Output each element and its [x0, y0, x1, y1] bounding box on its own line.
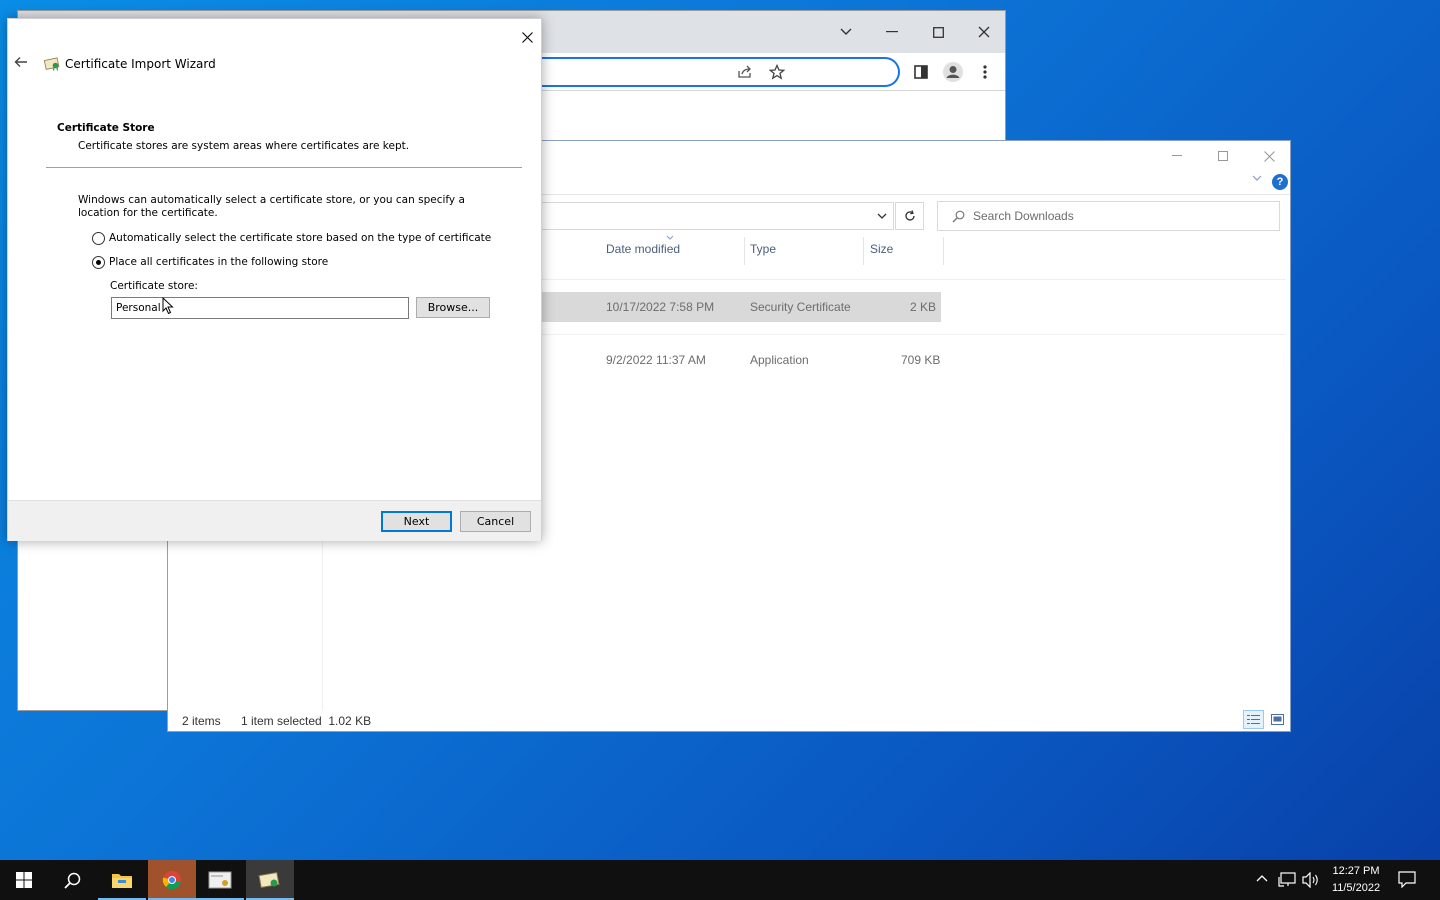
help-icon[interactable]: ?	[1272, 174, 1288, 190]
certificate-manager-icon	[208, 871, 232, 889]
minimize-icon[interactable]	[876, 17, 908, 47]
search-icon	[63, 872, 80, 889]
mouse-cursor-icon	[162, 297, 174, 315]
taskbar-chrome[interactable]	[148, 860, 196, 900]
certificate-wizard-icon	[258, 871, 280, 889]
intro-text: Windows can automatically select a certi…	[78, 194, 465, 219]
bookmark-star-icon[interactable]	[762, 57, 792, 87]
item-count: 2 items	[182, 714, 221, 728]
column-type[interactable]: Type	[750, 242, 776, 260]
radio-place-in-store-button[interactable]	[92, 255, 105, 269]
column-divider[interactable]	[943, 237, 944, 265]
taskbar-certificate-wizard[interactable]	[246, 860, 294, 900]
explorer-address-bar[interactable]	[538, 202, 894, 230]
wizard-header: Certificate Import Wizard	[8, 19, 541, 109]
header-divider	[46, 167, 522, 168]
close-icon[interactable]	[517, 27, 537, 47]
file-size: 709 KB	[901, 353, 941, 367]
start-button[interactable]	[0, 860, 48, 900]
radio-auto-select-button[interactable]	[92, 231, 105, 245]
refresh-icon	[904, 210, 915, 221]
cancel-button[interactable]: Cancel	[460, 511, 531, 532]
large-icons-view-icon	[1271, 714, 1284, 725]
taskbar-certificate-app[interactable]	[196, 860, 244, 900]
file-size: 2 KB	[909, 300, 936, 314]
taskbar-file-explorer[interactable]	[98, 860, 146, 900]
file-type: Application	[750, 353, 809, 367]
profile-avatar-icon[interactable]	[938, 57, 968, 87]
windows-logo-icon	[16, 872, 32, 888]
column-date-modified[interactable]: Date modified	[606, 242, 680, 260]
section-title: Certificate Store	[57, 122, 155, 134]
search-placeholder: Search Downloads	[973, 209, 1074, 223]
certificate-icon	[44, 55, 61, 71]
chrome-icon	[162, 871, 181, 890]
maximize-icon[interactable]	[922, 17, 954, 47]
search-icon	[952, 210, 965, 222]
column-divider[interactable]	[863, 237, 864, 265]
ribbon-expand-chevron-icon[interactable]	[1252, 175, 1262, 181]
clock-date: 11/5/2022	[1331, 882, 1381, 894]
side-panel-icon[interactable]	[906, 57, 936, 87]
system-clock[interactable]: 12:27 PM 11/5/2022	[1322, 863, 1390, 897]
file-row[interactable]: 10/17/2022 7:58 PM Security Certificate …	[542, 292, 941, 322]
search-button[interactable]	[48, 860, 96, 900]
taskbar: 12:27 PM 11/5/2022	[0, 860, 1440, 900]
show-hidden-icons-chevron-icon[interactable]	[1256, 874, 1268, 882]
large-icons-view-button[interactable]	[1267, 710, 1288, 729]
minimize-icon[interactable]	[1154, 141, 1200, 171]
status-bar: 2 items 1 item selected 1.02 KB	[168, 709, 1290, 732]
clock-time: 12:27 PM	[1332, 865, 1380, 877]
radio-auto-select-label[interactable]: Automatically select the certificate sto…	[109, 232, 491, 244]
certificate-import-wizard: Certificate Import Wizard Certificate St…	[7, 18, 542, 541]
header-divider	[542, 279, 1286, 280]
row-divider	[542, 334, 1286, 335]
details-view-icon	[1247, 715, 1260, 724]
certificate-store-label: Certificate store:	[110, 280, 198, 292]
details-view-button[interactable]	[1243, 710, 1264, 729]
tab-search-chevron-icon[interactable]	[830, 17, 862, 47]
next-button[interactable]: Next	[381, 511, 452, 532]
action-center-icon[interactable]	[1398, 871, 1416, 888]
share-icon[interactable]	[730, 57, 760, 87]
close-icon[interactable]	[968, 17, 1000, 47]
back-arrow-icon[interactable]	[14, 56, 32, 70]
wizard-footer: Next Cancel	[8, 500, 541, 541]
file-date: 10/17/2022 7:58 PM	[606, 300, 715, 314]
sort-chevron-icon	[666, 235, 674, 240]
certificate-store-field[interactable]	[111, 297, 409, 319]
folder-icon	[112, 874, 132, 888]
section-description: Certificate stores are system areas wher…	[78, 140, 410, 152]
chrome-menu-icon[interactable]	[970, 57, 1000, 87]
column-size[interactable]: Size	[870, 242, 893, 260]
selection-info: 1 item selected 1.02 KB	[241, 714, 372, 728]
wizard-title: Certificate Import Wizard	[65, 57, 216, 71]
address-dropdown-chevron-icon[interactable]	[877, 213, 887, 219]
file-row[interactable]: 9/2/2022 11:37 AM Application 709 KB	[542, 345, 1286, 375]
close-icon[interactable]	[1246, 141, 1292, 171]
maximize-icon[interactable]	[1200, 141, 1246, 171]
file-date: 9/2/2022 11:37 AM	[606, 353, 706, 367]
refresh-button[interactable]	[895, 202, 924, 230]
network-icon[interactable]	[1278, 872, 1296, 888]
radio-place-in-store[interactable]: Place all certificates in the following …	[92, 254, 328, 270]
file-type: Security Certificate	[750, 300, 851, 314]
search-input[interactable]: Search Downloads	[937, 201, 1280, 231]
volume-icon[interactable]	[1302, 872, 1320, 888]
browse-button[interactable]: Browse...	[416, 297, 490, 318]
radio-place-in-store-label[interactable]: Place all certificates in the following …	[109, 256, 328, 268]
radio-auto-select[interactable]: Automatically select the certificate sto…	[92, 230, 491, 246]
column-divider[interactable]	[744, 237, 745, 265]
